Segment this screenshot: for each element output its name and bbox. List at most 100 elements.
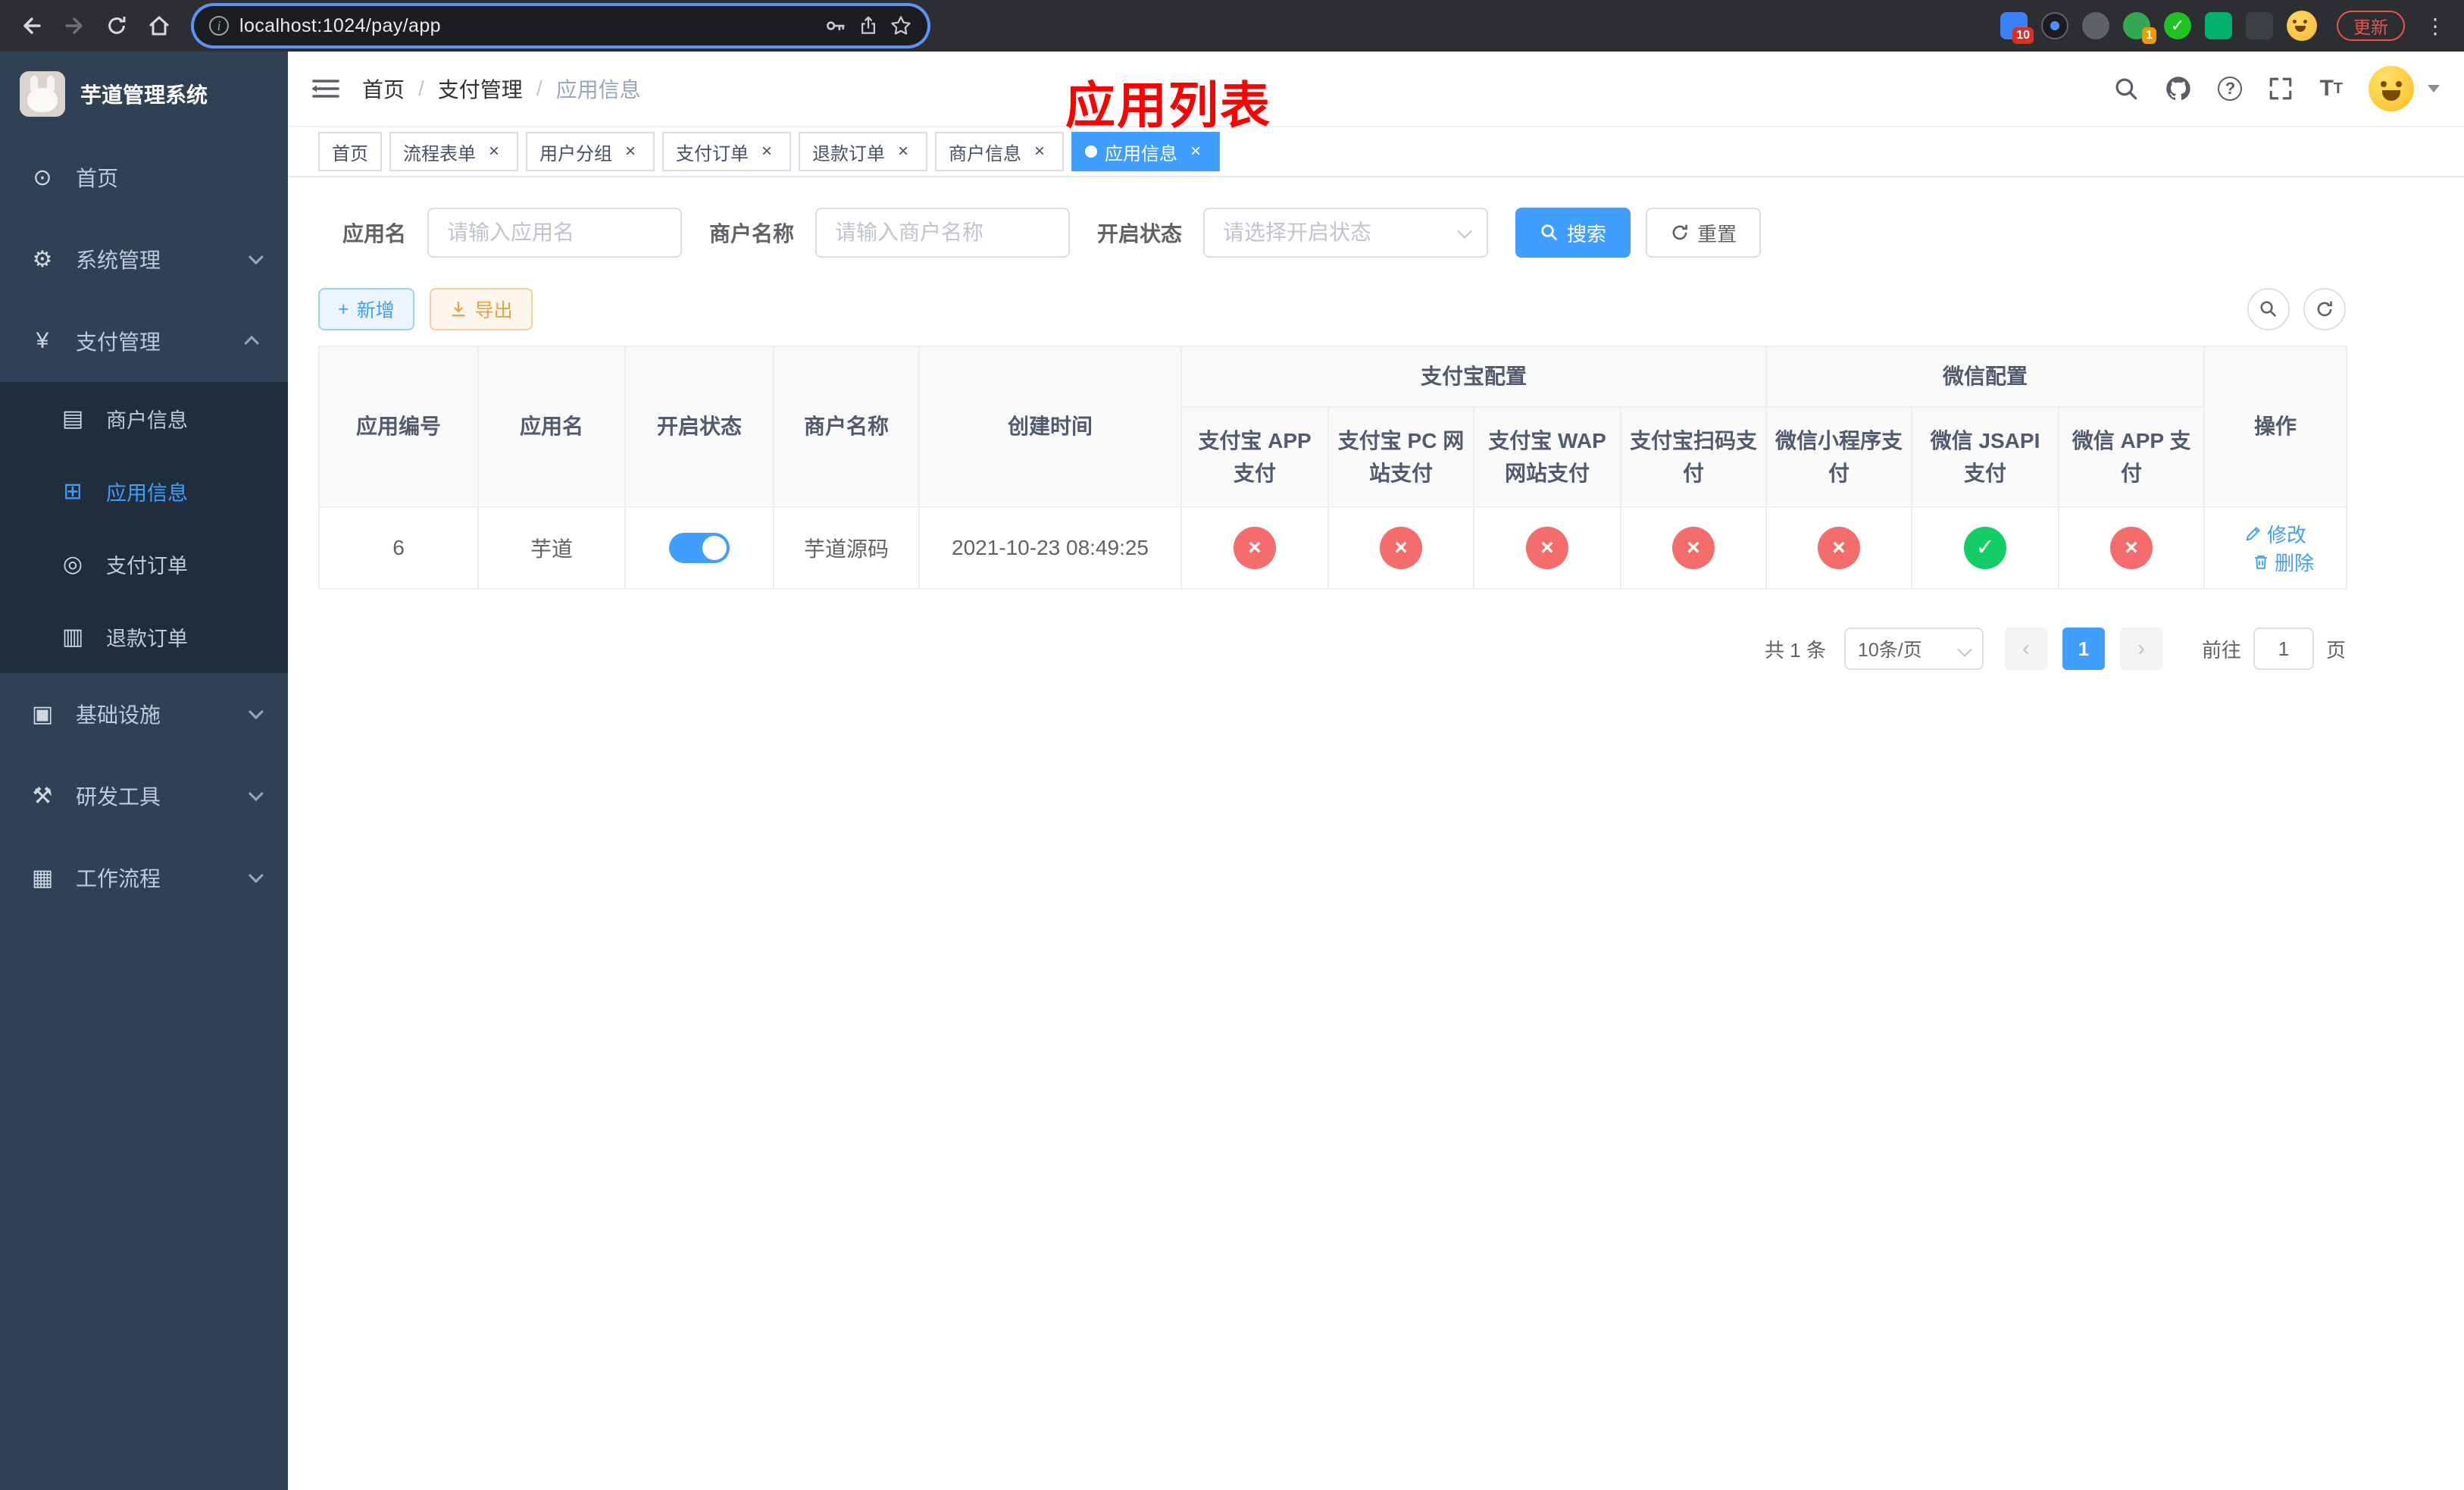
tab-user-group[interactable]: 用户分组 × <box>526 132 655 171</box>
browser-update-button[interactable]: 更新 <box>2337 11 2405 41</box>
page-number-1[interactable]: 1 <box>2062 628 2105 670</box>
extension-check-icon[interactable]: ✓ <box>2164 12 2191 39</box>
enabled-toggle[interactable] <box>669 533 730 563</box>
document-icon: ▥ <box>61 624 84 650</box>
status-select[interactable] <box>1203 208 1489 258</box>
tab-close-icon[interactable]: × <box>483 141 505 162</box>
extension-dark-icon[interactable] <box>2082 12 2109 39</box>
sidebar-item-merchant-info[interactable]: ▤ 商户信息 <box>0 382 288 455</box>
avatar-caret-icon[interactable] <box>2428 85 2440 92</box>
tab-close-icon[interactable]: × <box>620 141 641 162</box>
extension-puzzle-icon[interactable]: 10 <box>2000 12 2034 44</box>
user-avatar[interactable] <box>2369 66 2414 111</box>
browser-back-button[interactable] <box>12 6 52 45</box>
extension-green-square-icon[interactable] <box>2205 12 2232 39</box>
dashboard-icon: ⊙ <box>33 164 52 190</box>
sidebar-logo-row[interactable]: 芋道管理系统 <box>0 52 288 136</box>
profile-avatar-icon[interactable] <box>2287 11 2317 41</box>
delete-link-label: 删除 <box>2275 552 2315 574</box>
browser-menu-icon[interactable]: ⋮ <box>2419 14 2452 39</box>
tab-close-icon[interactable]: × <box>1185 141 1206 162</box>
order-circle-icon: ◎ <box>62 551 83 577</box>
goto-label: 前往 <box>2201 638 2241 662</box>
tab-merchant-info[interactable]: 商户信息 × <box>935 132 1064 171</box>
sidebar-item-dev-tools[interactable]: ⚒ 研发工具 <box>0 755 288 837</box>
next-page-button[interactable]: › <box>2119 628 2162 670</box>
chevron-down-icon <box>248 704 264 720</box>
infrastructure-icon: ▣ <box>31 701 54 727</box>
breadcrumb-payment[interactable]: 支付管理 <box>438 74 523 104</box>
sidebar-item-payment[interactable]: ¥ 支付管理 <box>0 300 288 382</box>
sidebar-item-pay-orders[interactable]: ◎ 支付订单 <box>0 527 288 600</box>
search-button[interactable]: 搜索 <box>1515 208 1631 258</box>
sidebar-item-app-info[interactable]: ⊞ 应用信息 <box>0 455 288 527</box>
tab-process-form[interactable]: 流程表单 × <box>389 132 518 171</box>
merchant-name-input[interactable] <box>815 208 1071 258</box>
browser-toolbar: i localhost:1024/pay/app 10 1 ✓ 更新 ⋮ <box>0 0 2464 52</box>
tab-close-icon[interactable]: × <box>1029 141 1050 162</box>
header-search-icon[interactable] <box>2113 76 2139 102</box>
site-info-icon[interactable]: i <box>209 16 229 36</box>
url-text[interactable]: localhost:1024/pay/app <box>239 15 814 37</box>
extension-blue-dot-icon[interactable] <box>2041 12 2068 39</box>
page-content: 应用名 商户名称 开启状态 <box>288 177 2464 1490</box>
tab-label: 应用信息 <box>1105 143 1177 164</box>
page-unit-label: 页 <box>2325 638 2346 662</box>
back-arrow-icon <box>23 17 41 34</box>
delete-link[interactable]: 删除 <box>2252 548 2314 576</box>
pagination-total: 共 1 条 <box>1765 638 1826 662</box>
wechat-mini-status-icon: × <box>1818 527 1861 569</box>
font-size-icon[interactable]: TT <box>2319 76 2343 102</box>
reload-icon <box>108 17 126 34</box>
breadcrumb-current: 应用信息 <box>555 78 641 102</box>
active-tab-dot <box>1085 146 1097 158</box>
fullscreen-icon[interactable] <box>2268 76 2294 102</box>
browser-forward-button[interactable] <box>55 6 94 45</box>
sidebar-item-refund-orders[interactable]: ▥ 退款订单 <box>0 600 288 673</box>
github-icon[interactable] <box>2165 75 2192 102</box>
edit-link[interactable]: 修改 <box>2244 520 2306 548</box>
sidebar-item-infrastructure[interactable]: ▣ 基础设施 <box>0 673 288 755</box>
share-icon[interactable] <box>858 15 879 36</box>
goto-page-input[interactable] <box>2253 628 2314 670</box>
tab-home[interactable]: 首页 <box>318 132 382 171</box>
tab-close-icon[interactable]: × <box>893 141 914 162</box>
app-name-input[interactable] <box>427 208 683 258</box>
breadcrumb-separator: / <box>536 77 543 100</box>
prev-page-button[interactable]: ‹ <box>2004 628 2047 670</box>
main-area: 应用列表 首页 / 支付管理 / 应用信息 ? T T 首页 流程表单 × 用户… <box>288 52 2464 1490</box>
plus-icon: + <box>338 298 349 320</box>
reset-button[interactable]: 重置 <box>1646 208 1762 258</box>
table-toolbar: + 新增 导出 <box>318 288 2346 330</box>
sidebar-item-workflow[interactable]: ▦ 工作流程 <box>0 837 288 919</box>
password-key-icon[interactable] <box>824 14 847 37</box>
home-icon <box>149 16 169 36</box>
browser-reload-button[interactable] <box>97 6 136 45</box>
col-header-alipay-app: 支付宝 APP 支付 <box>1180 406 1329 508</box>
tab-label: 支付订单 <box>676 143 749 164</box>
tab-pay-orders[interactable]: 支付订单 × <box>662 132 791 171</box>
extension-avatar-icon[interactable]: 1 <box>2123 12 2156 44</box>
help-icon[interactable]: ? <box>2218 77 2243 101</box>
add-button[interactable]: + 新增 <box>318 288 414 330</box>
export-button[interactable]: 导出 <box>429 288 533 330</box>
toggle-search-button[interactable] <box>2247 288 2290 330</box>
refresh-table-button[interactable] <box>2303 288 2346 330</box>
workflow-icon: ▦ <box>31 865 54 891</box>
chevron-up-icon <box>244 335 260 351</box>
tab-refund-orders[interactable]: 退款订单 × <box>799 132 927 171</box>
sidebar-toggle-button[interactable] <box>312 77 339 101</box>
breadcrumb-home[interactable]: 首页 <box>362 74 405 104</box>
extension-pin-icon[interactable] <box>2246 12 2273 39</box>
bookmark-star-icon[interactable] <box>890 14 912 37</box>
alipay-pc-status-icon: × <box>1380 527 1422 569</box>
tab-close-icon[interactable]: × <box>756 141 777 162</box>
sidebar-item-system[interactable]: ⚙ 系统管理 <box>0 218 288 300</box>
browser-home-button[interactable] <box>139 6 179 45</box>
sidebar-item-label: 支付管理 <box>76 330 161 354</box>
sidebar-item-home[interactable]: ⊙ 首页 <box>0 136 288 218</box>
sidebar-item-label: 首页 <box>76 167 119 190</box>
chevron-down-icon <box>248 868 264 884</box>
page-size-select[interactable]: 10条/页 <box>1843 628 1984 670</box>
address-bar[interactable]: i localhost:1024/pay/app <box>194 6 927 45</box>
